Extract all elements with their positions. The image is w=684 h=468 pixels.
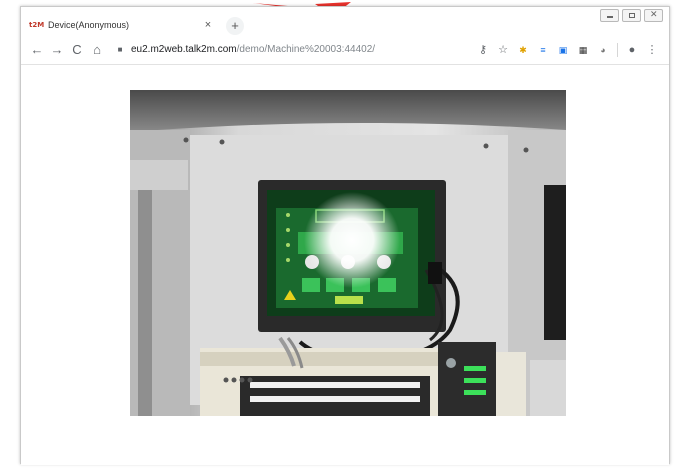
toolbar-separator bbox=[617, 42, 618, 57]
browser-toolbar: ← → C ⌂ ■ eu2.m2web.talk2m.com/demo/Mach… bbox=[21, 35, 669, 65]
menu-icon[interactable]: ⋮ bbox=[646, 43, 658, 56]
close-tab-icon[interactable]: × bbox=[201, 19, 215, 31]
home-button[interactable]: ⌂ bbox=[87, 42, 107, 57]
extension-icon[interactable]: ◕ bbox=[597, 44, 609, 56]
window-controls bbox=[600, 9, 663, 22]
new-tab-button[interactable]: + bbox=[226, 17, 244, 35]
browser-window: t2M Device(Anonymous) × + ← → C ⌂ ■ eu2.… bbox=[20, 6, 670, 465]
toolbar-icons: ⚷ ☆ ✱ ≡ ▣ ▦ ◕ ● ⋮ bbox=[477, 42, 658, 57]
extension-icon[interactable]: ▦ bbox=[577, 44, 589, 56]
extension-icon[interactable]: ▣ bbox=[557, 44, 569, 56]
profile-icon[interactable]: ● bbox=[626, 44, 638, 56]
reload-button[interactable]: C bbox=[67, 42, 87, 57]
url-path: /demo/Machine%20003:44402/ bbox=[236, 44, 376, 55]
extension-icon[interactable]: ≡ bbox=[537, 44, 549, 56]
extension-icon[interactable]: ✱ bbox=[517, 44, 529, 56]
talk2m-favicon-icon: t2M bbox=[29, 21, 45, 29]
tab-device[interactable]: t2M Device(Anonymous) × bbox=[29, 14, 219, 36]
minimize-button[interactable] bbox=[600, 9, 619, 22]
camera-feed-image bbox=[130, 90, 566, 416]
url-host: eu2.m2web.talk2m.com bbox=[131, 44, 237, 55]
back-button[interactable]: ← bbox=[27, 42, 47, 57]
forward-button[interactable]: → bbox=[47, 42, 67, 57]
tab-strip: t2M Device(Anonymous) × + bbox=[21, 7, 669, 35]
address-bar[interactable]: ■ eu2.m2web.talk2m.com/demo/Machine%2000… bbox=[115, 40, 455, 60]
tab-title: Device(Anonymous) bbox=[48, 20, 130, 30]
bookmark-star-icon[interactable]: ☆ bbox=[497, 43, 509, 56]
maximize-button[interactable] bbox=[622, 9, 641, 22]
close-window-button[interactable] bbox=[644, 9, 663, 22]
page-content bbox=[21, 65, 669, 465]
key-icon[interactable]: ⚷ bbox=[477, 43, 489, 56]
lock-icon[interactable]: ■ bbox=[115, 45, 125, 54]
